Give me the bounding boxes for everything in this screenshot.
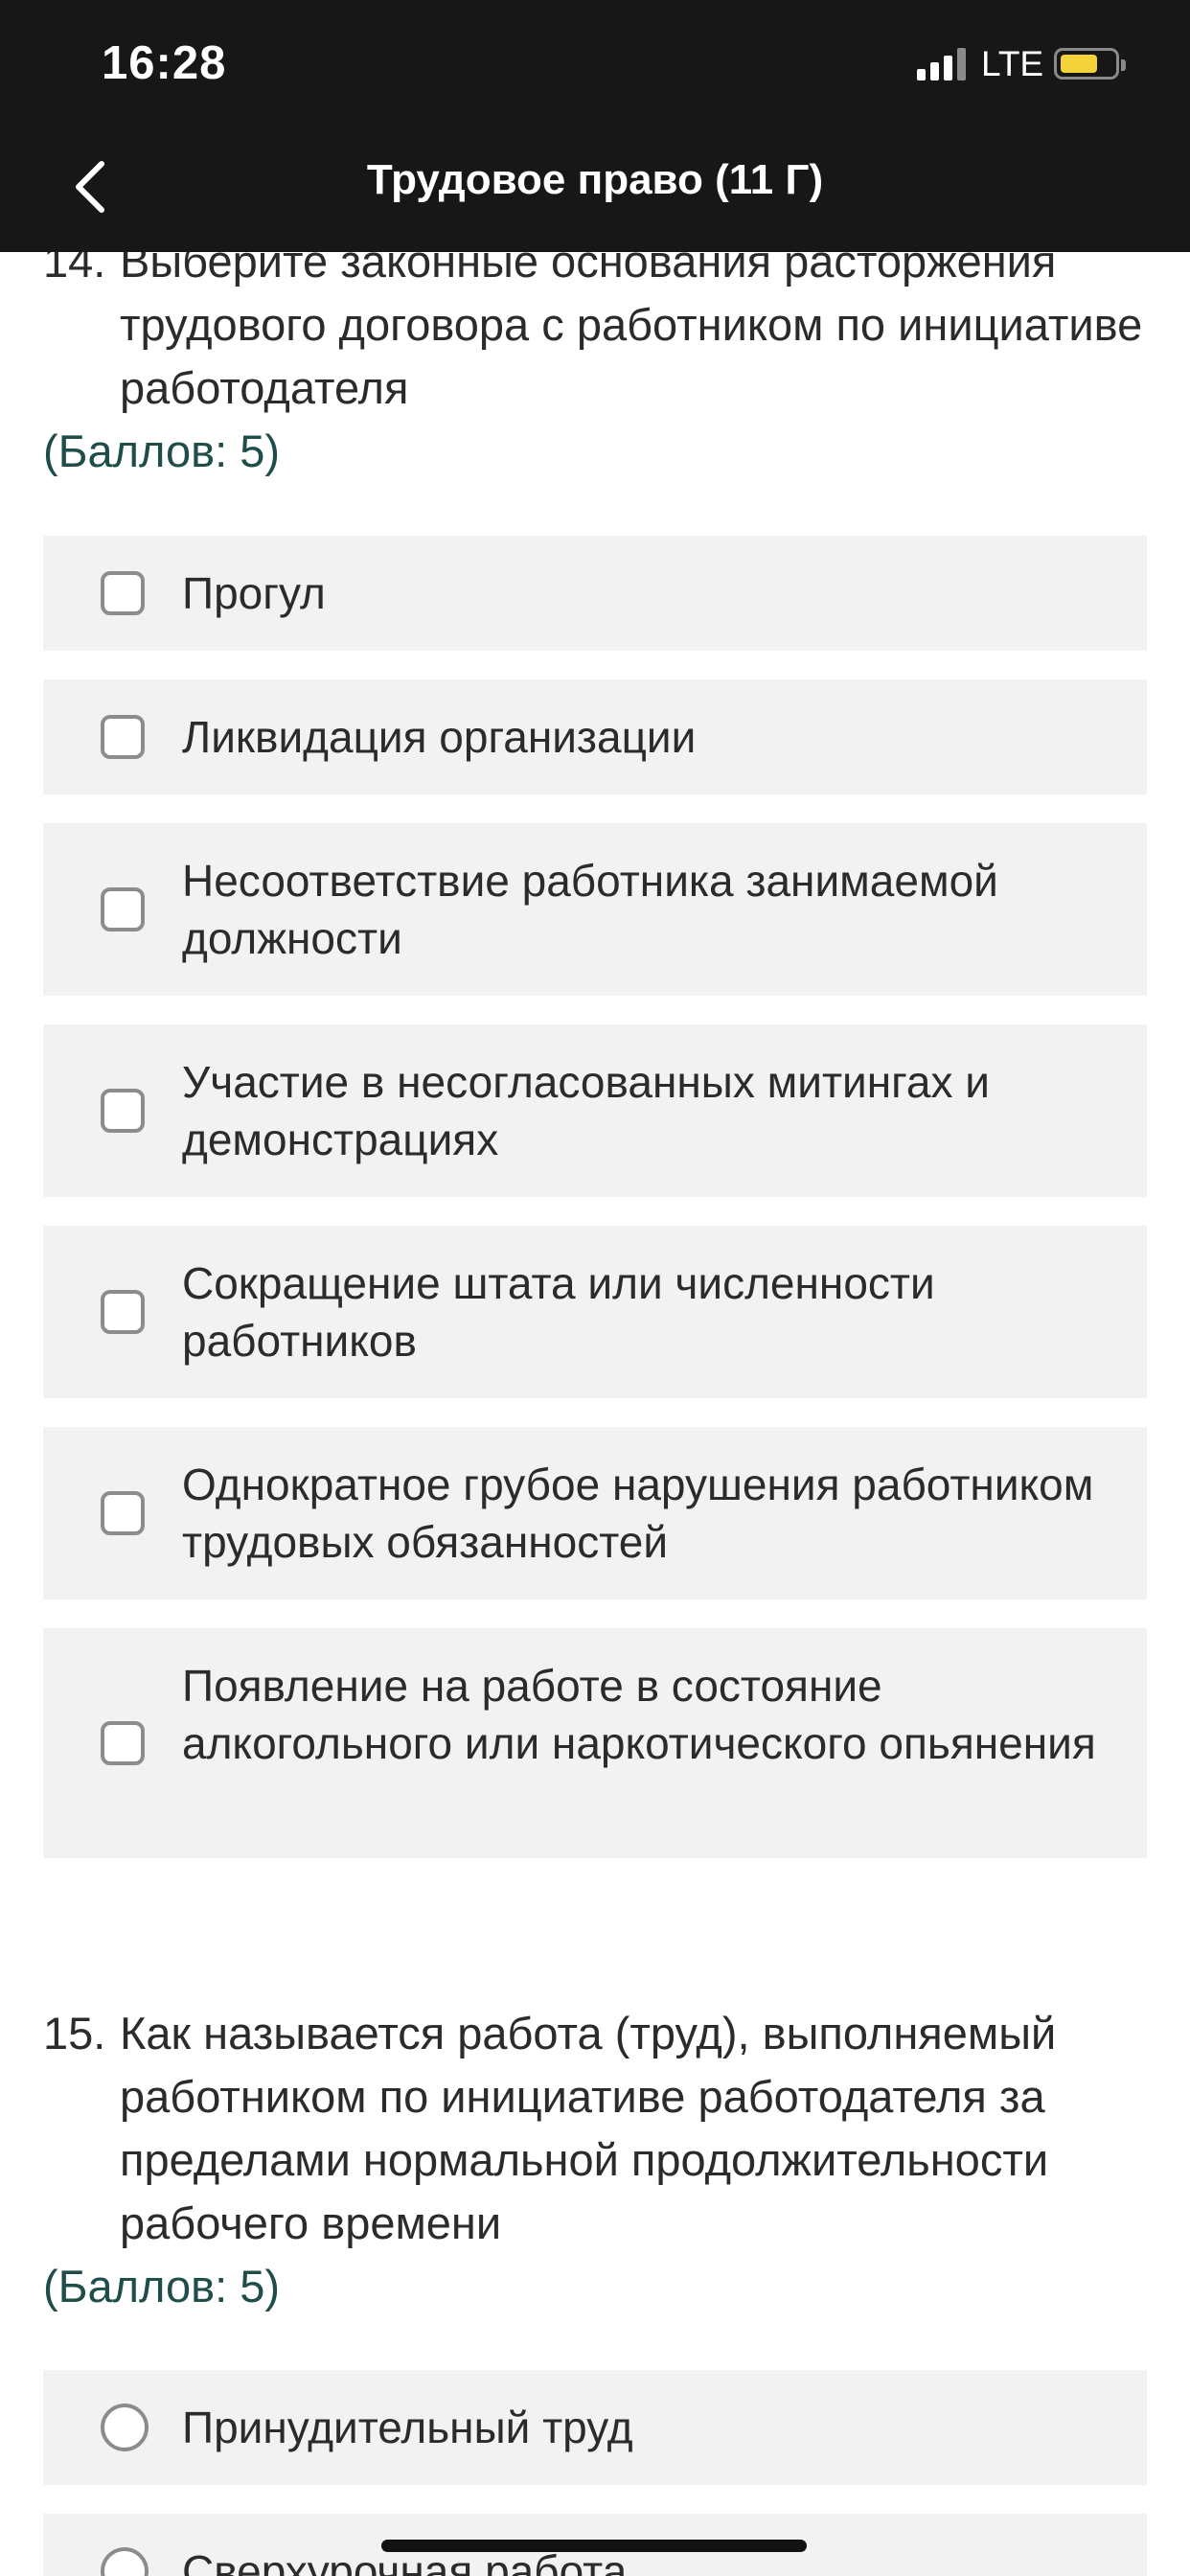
option-label: Участие в несогласованных митингах и дем… [182, 1057, 990, 1164]
checkbox[interactable] [101, 887, 145, 932]
question-number: 15. [43, 2008, 106, 2058]
battery-icon [1054, 48, 1126, 80]
question-15: 15. Как называется работа (труд), выполн… [43, 2002, 1145, 2318]
option-label: Появление на работе в состояние алкоголь… [182, 1661, 1096, 1768]
option-checkbox[interactable]: Однократное грубое нарушения работником … [43, 1427, 1147, 1599]
option-radio[interactable]: Принудительный труд [43, 2370, 1147, 2485]
option-label: Принудительный труд [182, 2403, 633, 2452]
option-checkbox[interactable]: Сокращение штата или численности работни… [43, 1226, 1147, 1398]
radio-button[interactable] [101, 2404, 149, 2451]
home-indicator[interactable] [381, 2540, 807, 2552]
checkbox[interactable] [101, 1089, 145, 1133]
radio-button[interactable] [101, 2547, 149, 2576]
question-text: Выберите законные основания расторжения … [120, 236, 1143, 413]
page-title: Трудовое право (11 Г) [366, 156, 824, 203]
question-text: Как называется работа (труд), выполняемы… [120, 2008, 1057, 2248]
option-checkbox[interactable]: Прогул [43, 536, 1147, 651]
status-time: 16:28 [102, 37, 227, 89]
option-checkbox[interactable]: Появление на работе в состояние алкоголь… [43, 1628, 1147, 1858]
option-checkbox[interactable]: Участие в несогласованных митингах и дем… [43, 1024, 1147, 1197]
network-type: LTE [981, 44, 1044, 83]
question-points: (Баллов: 5) [43, 2261, 281, 2312]
checkbox[interactable] [101, 571, 145, 615]
checkbox[interactable] [101, 1491, 145, 1535]
question-14: 14. Выберите законные основания расторже… [43, 230, 1145, 483]
option-label: Несоответствие работника занимаемой долж… [182, 856, 998, 963]
question-points: (Баллов: 5) [43, 426, 281, 476]
option-label: Однократное грубое нарушения работником … [182, 1460, 1094, 1567]
signal-strength-icon [917, 48, 967, 80]
checkbox[interactable] [101, 1290, 145, 1334]
option-checkbox[interactable]: Ликвидация организации [43, 679, 1147, 794]
option-label: Сокращение штата или численности работни… [182, 1258, 935, 1366]
app-header: 16:28 LTE Трудовое право (11 Г) [0, 0, 1190, 252]
option-label: Ликвидация организации [182, 712, 697, 762]
option-label: Прогул [182, 568, 326, 618]
checkbox[interactable] [101, 1721, 145, 1765]
checkbox[interactable] [101, 715, 145, 759]
option-checkbox[interactable]: Несоответствие работника занимаемой долж… [43, 823, 1147, 996]
question-number: 14. [43, 236, 106, 287]
